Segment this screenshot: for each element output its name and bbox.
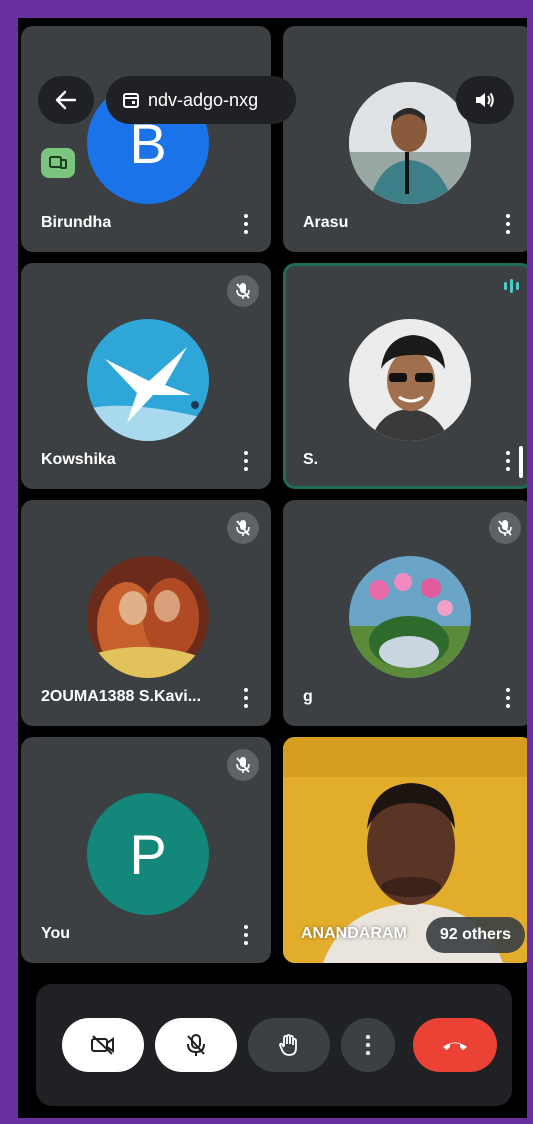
mic-off-icon xyxy=(489,512,521,544)
participant-name: S. xyxy=(303,451,319,468)
more-options-button[interactable] xyxy=(341,1018,395,1072)
avatar xyxy=(349,556,471,678)
more-options-icon[interactable] xyxy=(503,686,513,710)
avatar xyxy=(349,82,471,204)
mic-off-icon xyxy=(227,749,259,781)
participant-tile-kowshika[interactable]: Kowshika xyxy=(21,263,271,489)
end-call-icon xyxy=(443,1042,467,1050)
others-count: 92 others xyxy=(439,926,511,943)
participant-name: Kowshika xyxy=(41,451,116,468)
mic-off-icon xyxy=(227,512,259,544)
calendar-icon xyxy=(123,93,139,108)
participant-tile-s[interactable]: S. xyxy=(283,263,527,489)
more-options-icon[interactable] xyxy=(241,212,251,236)
more-options-icon[interactable] xyxy=(503,449,513,473)
arrow-left-icon xyxy=(55,90,77,110)
participant-tile-you[interactable]: P You xyxy=(21,737,271,963)
participant-name: ANANDARAM xyxy=(301,925,407,942)
participant-name: Birundha xyxy=(41,214,112,231)
camera-toggle-button[interactable] xyxy=(62,1018,144,1072)
avatar xyxy=(87,319,209,441)
participant-tile-arasu[interactable]: Arasu xyxy=(283,26,527,252)
audio-wave-icon xyxy=(504,279,519,293)
speaker-icon xyxy=(476,92,494,108)
participant-name: Arasu xyxy=(303,214,349,231)
participant-name: 2OUMA1388 S.Kavi... xyxy=(41,688,202,705)
more-options-icon[interactable] xyxy=(503,212,513,236)
more-options-icon[interactable] xyxy=(241,449,251,473)
camera-off-icon xyxy=(91,1035,114,1055)
avatar xyxy=(349,319,471,441)
hand-icon xyxy=(279,1034,297,1056)
end-call-button[interactable] xyxy=(413,1018,497,1072)
avatar-initial: P xyxy=(129,822,167,886)
device-frame: B Birundha Arasu Kowshika S. 2OUMA1388 S… xyxy=(0,0,533,1124)
participant-tile-birundha[interactable]: B Birundha xyxy=(21,26,271,252)
more-options-icon[interactable] xyxy=(241,686,251,710)
others-chip[interactable]: 92 others xyxy=(425,917,525,953)
raise-hand-button[interactable] xyxy=(248,1018,330,1072)
scrollbar[interactable] xyxy=(519,446,523,478)
more-vert-icon xyxy=(366,1035,370,1055)
meeting-info-chip[interactable]: ndv-adgo-nxg xyxy=(106,76,296,124)
participant-name: g xyxy=(303,688,313,705)
mic-off-icon xyxy=(187,1034,205,1056)
participant-tile-kavi[interactable]: 2OUMA1388 S.Kavi... xyxy=(21,500,271,726)
avatar xyxy=(87,556,209,678)
meeting-code: ndv-adgo-nxg xyxy=(148,89,259,110)
more-options-icon[interactable] xyxy=(241,923,251,947)
audio-output-button[interactable] xyxy=(456,76,514,124)
meet-screen: B Birundha Arasu Kowshika S. 2OUMA1388 S… xyxy=(18,18,527,1118)
avatar: P xyxy=(87,793,209,915)
participant-tile-g[interactable]: g xyxy=(283,500,527,726)
back-button[interactable] xyxy=(38,76,94,124)
mic-off-icon xyxy=(227,275,259,307)
cast-icon[interactable] xyxy=(41,148,75,178)
mic-toggle-button[interactable] xyxy=(155,1018,237,1072)
participant-name: You xyxy=(41,925,71,942)
participant-tile-anandaram[interactable]: ANANDARAM 92 others xyxy=(283,737,527,963)
